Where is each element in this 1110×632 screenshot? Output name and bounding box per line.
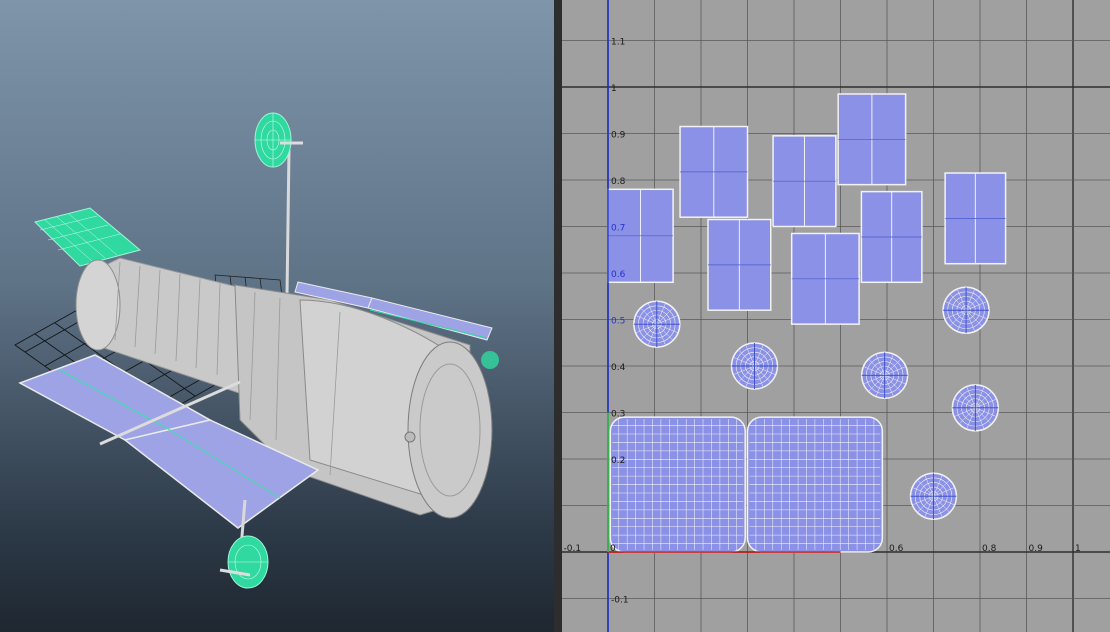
v-tick-label: 1.1 [611, 38, 625, 48]
uv-shell-rect[interactable] [707, 218, 772, 311]
maya-workspace: -0.1 0 0.6 0.8 0.9 1 1.1 1 0.9 0.8 0.7 0.6 0.5 0.4 0.3… [0, 0, 1110, 632]
viewport-scene [14, 112, 499, 589]
uv-shell-disc[interactable] [942, 286, 990, 334]
uv-shells[interactable] [607, 93, 1007, 553]
uv-shell-rect[interactable] [837, 93, 907, 186]
uv-shell-rect[interactable] [944, 172, 1007, 265]
v-tick-label: 0.3 [611, 410, 625, 420]
u-tick-label: 0.9 [1029, 544, 1044, 554]
uv-shell-disc[interactable] [730, 342, 779, 390]
v-tick-label: 0.8 [611, 177, 626, 187]
uv-shell-grid[interactable] [746, 416, 884, 553]
u-tick-label: -0.1 [564, 544, 582, 554]
v-tick-label: -0.1 [611, 596, 629, 606]
uv-shell-disc[interactable] [951, 384, 1000, 432]
u-tick-label: 0.8 [982, 544, 997, 554]
v-tick-label: 0.2 [611, 456, 625, 466]
uv-shell-rect[interactable] [607, 188, 674, 284]
perspective-viewport[interactable] [0, 0, 554, 632]
panel-divider[interactable] [554, 0, 562, 632]
top-antenna[interactable] [254, 112, 303, 296]
v-tick-label: 1 [611, 84, 617, 94]
uv-shell-disc[interactable] [633, 300, 681, 348]
uv-shell-rect[interactable] [860, 190, 923, 284]
v-tick-label: 0.5 [611, 317, 625, 327]
u-tick-label: 0 [610, 544, 616, 554]
uv-shell-rect[interactable] [772, 135, 837, 228]
uv-shell-rect[interactable] [679, 125, 749, 218]
u-tick-label: 1 [1075, 544, 1081, 554]
v-tick-label: 0.9 [611, 131, 626, 141]
v-tick-label: 0.7 [611, 224, 625, 234]
uv-shell-grid[interactable] [609, 416, 746, 553]
uv-shell-disc[interactable] [860, 351, 909, 399]
uv-editor[interactable]: -0.1 0 0.6 0.8 0.9 1 1.1 1 0.9 0.8 0.7 0.6 0.5 0.4 0.3… [562, 0, 1110, 632]
v-tick-label: 0.6 [611, 270, 626, 280]
uv-canvas[interactable]: -0.1 0 0.6 0.8 0.9 1 1.1 1 0.9 0.8 0.7 0.6 0.5 0.4 0.3… [562, 0, 1110, 632]
uv-shell-disc[interactable] [909, 472, 958, 520]
upper-left-panel[interactable] [34, 207, 142, 267]
u-tick-label: 0.6 [889, 544, 904, 554]
uv-shell-rect[interactable] [790, 232, 860, 325]
v-tick-label: 0.4 [611, 363, 626, 373]
